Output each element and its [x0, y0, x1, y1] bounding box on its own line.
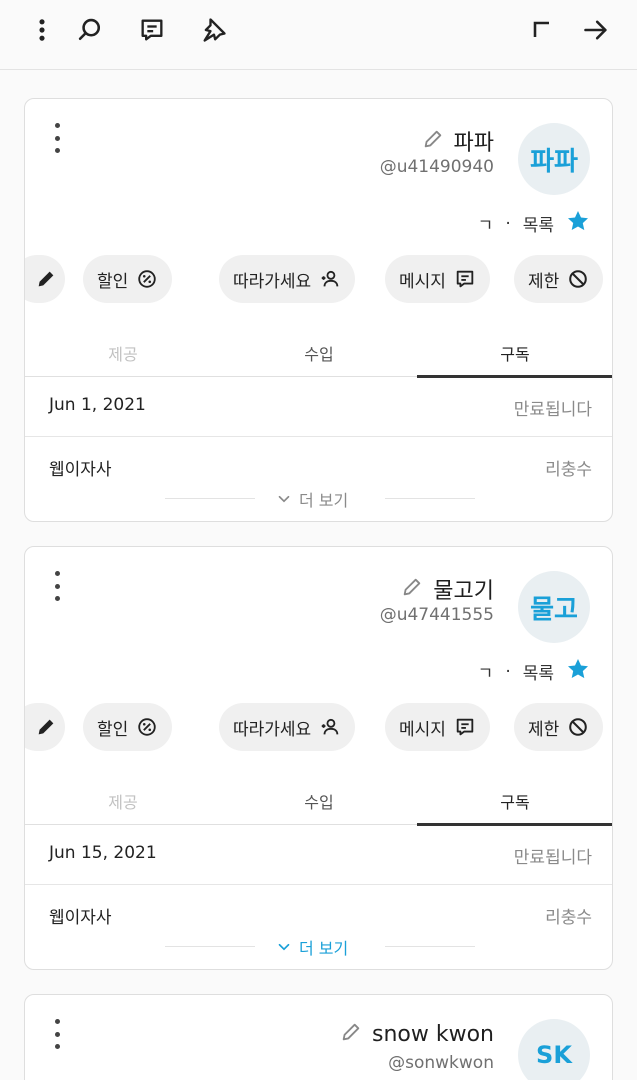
search-icon[interactable] — [72, 12, 108, 48]
divider — [385, 498, 475, 499]
name-row: 물고기 — [401, 573, 494, 605]
divider — [165, 498, 255, 499]
avatar[interactable]: SK — [518, 1019, 590, 1080]
pencil-icon — [38, 719, 54, 735]
discount-icon — [138, 718, 156, 736]
action-chips: 할인 따라가세요 메시지 제한 — [25, 703, 612, 753]
message-icon — [456, 718, 474, 736]
show-more[interactable]: 더 보기 — [25, 487, 612, 511]
row-value: Jun 15, 2021 — [49, 843, 157, 863]
row-label: 만료됩니다 — [513, 400, 592, 420]
pin-icon[interactable] — [196, 12, 232, 48]
user-card: SK snow kwon @sonwkwon — [24, 994, 613, 1080]
avatar[interactable]: 파파 — [518, 123, 590, 195]
row-label: 만료됩니다 — [513, 848, 592, 868]
separator-dot: · — [505, 213, 511, 234]
show-more[interactable]: 더 보기 — [25, 935, 612, 959]
user-card: 물고 물고기 @u47441555 ㄱ · 목록 할인 따라가세요 메시지 제한… — [24, 546, 613, 970]
list-extra: ㄱ — [477, 664, 494, 684]
follow-chip[interactable]: 따라가세요 — [219, 255, 356, 303]
divider — [385, 946, 475, 947]
message-label: 메시지 — [399, 719, 446, 740]
message-icon[interactable] — [134, 12, 170, 48]
edit-name-icon[interactable] — [340, 1021, 362, 1047]
row-value: 웹이자사 — [49, 460, 112, 480]
card-tabs: 제공 수입 구독 — [25, 783, 612, 826]
discount-label: 할인 — [97, 719, 129, 740]
message-label: 메시지 — [399, 271, 446, 292]
card-menu-icon[interactable] — [47, 571, 67, 601]
follow-chip[interactable]: 따라가세요 — [219, 703, 356, 751]
name-row: 파파 — [422, 125, 494, 157]
tab-offer[interactable]: 제공 — [25, 789, 221, 813]
card-menu-icon[interactable] — [47, 123, 67, 153]
detail-row: Jun 1, 2021 만료됩니다 — [25, 377, 612, 437]
user-follow-icon — [321, 270, 339, 287]
tab-offer[interactable]: 제공 — [25, 341, 221, 365]
edit-name-icon[interactable] — [401, 576, 423, 602]
block-chip[interactable]: 제한 — [514, 703, 604, 751]
star-icon — [566, 209, 590, 238]
block-label: 제한 — [528, 719, 560, 740]
card-tabs: 제공 수입 구독 — [25, 335, 612, 378]
chevron-down-icon — [278, 943, 290, 951]
discount-label: 할인 — [97, 271, 129, 292]
detail-row: Jun 15, 2021 만료됩니다 — [25, 825, 612, 885]
user-card: 파파 파파 @u41490940 ㄱ · 목록 할인 따라가세요 메시지 제한 … — [24, 98, 613, 522]
follow-label: 따라가세요 — [233, 719, 312, 740]
list-row[interactable]: ㄱ · 목록 — [478, 209, 590, 238]
user-handle: @u47441555 — [379, 605, 494, 625]
message-chip[interactable]: 메시지 — [385, 255, 490, 303]
list-extra: ㄱ — [477, 216, 494, 236]
message-icon — [456, 270, 474, 288]
user-handle: @u41490940 — [379, 157, 494, 177]
row-value: 웹이자사 — [49, 908, 112, 928]
chevron-down-icon — [278, 495, 290, 503]
top-bar — [0, 0, 637, 70]
more-vertical-icon[interactable] — [24, 12, 60, 48]
edit-chip[interactable] — [25, 703, 65, 751]
edit-name-icon[interactable] — [422, 128, 444, 154]
row-label: 리충수 — [545, 908, 592, 928]
block-label: 제한 — [528, 271, 560, 292]
discount-icon — [138, 270, 156, 288]
user-name: snow kwon — [372, 1021, 494, 1047]
action-chips: 할인 따라가세요 메시지 제한 — [25, 255, 612, 305]
corner-icon[interactable] — [524, 12, 560, 48]
list-label: 목록 — [522, 216, 554, 236]
user-follow-icon — [321, 718, 339, 735]
row-value: Jun 1, 2021 — [49, 395, 146, 415]
tab-income[interactable]: 수입 — [221, 789, 417, 813]
block-icon — [569, 270, 588, 288]
block-icon — [569, 718, 588, 736]
avatar[interactable]: 물고 — [518, 571, 590, 643]
list-row[interactable]: ㄱ · 목록 — [478, 657, 590, 686]
row-label: 리충수 — [545, 460, 592, 480]
divider — [165, 946, 255, 947]
user-name: 파파 — [453, 131, 494, 156]
arrow-icon[interactable] — [578, 12, 614, 48]
user-handle: @sonwkwon — [388, 1053, 494, 1073]
tab-income[interactable]: 수입 — [221, 341, 417, 365]
tab-subscription[interactable]: 구독 — [417, 341, 612, 365]
separator-dot: · — [505, 661, 511, 682]
pencil-icon — [38, 271, 54, 287]
name-row: snow kwon — [340, 1021, 494, 1047]
block-chip[interactable]: 제한 — [514, 255, 604, 303]
list-label: 목록 — [522, 664, 554, 684]
edit-chip[interactable] — [25, 255, 65, 303]
follow-label: 따라가세요 — [233, 271, 312, 292]
star-icon — [566, 657, 590, 686]
show-more-label: 더 보기 — [275, 487, 348, 511]
discount-chip[interactable]: 할인 — [83, 255, 173, 303]
tab-subscription[interactable]: 구독 — [417, 789, 612, 813]
message-chip[interactable]: 메시지 — [385, 703, 490, 751]
show-more-label: 더 보기 — [275, 935, 348, 959]
discount-chip[interactable]: 할인 — [83, 703, 173, 751]
card-menu-icon[interactable] — [47, 1019, 67, 1049]
user-name: 물고기 — [433, 579, 494, 604]
